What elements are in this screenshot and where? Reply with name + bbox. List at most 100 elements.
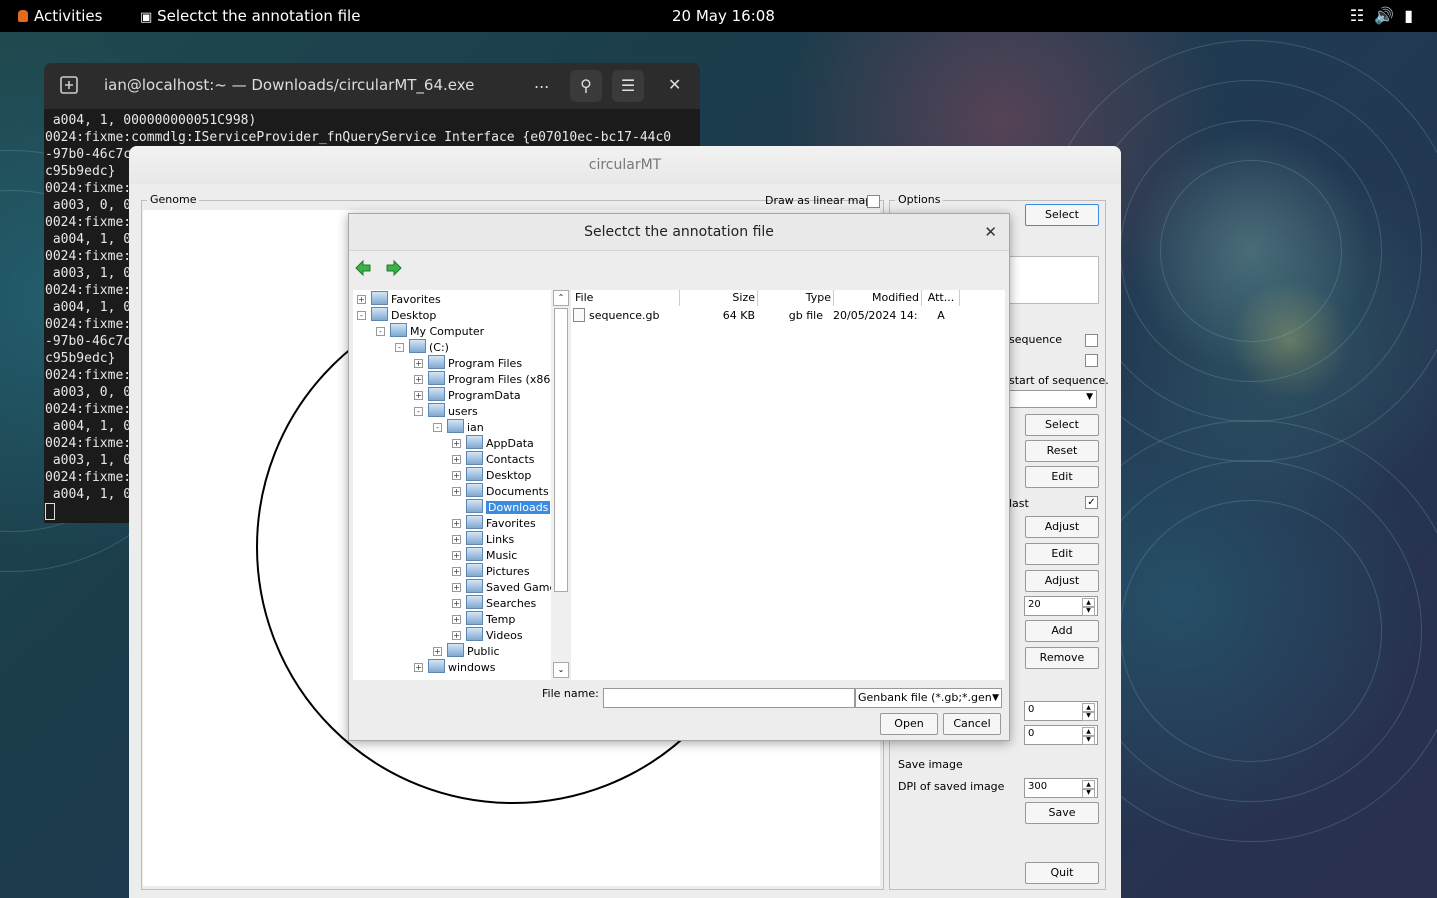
close-icon[interactable]: ✕ (984, 223, 997, 241)
tree-item[interactable]: + Music (452, 547, 517, 563)
last-checkbox[interactable]: ✓ (1085, 496, 1098, 509)
folder-tree[interactable]: + Favorites - Desktop - My Computer - (C:) + Prog… (353, 290, 569, 680)
column-attributes[interactable]: Att... (923, 290, 960, 306)
tree-item[interactable]: + Links (452, 531, 514, 547)
save-button[interactable]: Save (1025, 802, 1099, 824)
system-tray[interactable]: ☷🔊▮ (1350, 6, 1423, 25)
cancel-button[interactable]: Cancel (943, 713, 1001, 735)
expand-icon[interactable]: + (414, 663, 423, 672)
sequence-checkbox[interactable] (1085, 334, 1098, 347)
activities-button[interactable]: Activities (18, 7, 102, 25)
tree-item[interactable]: - ian (433, 419, 484, 435)
start-select[interactable]: ▼ (1007, 390, 1097, 408)
scroll-up-icon[interactable]: ⌃ (553, 290, 569, 306)
tree-item[interactable]: + Videos (452, 627, 523, 643)
folder-icon (466, 547, 483, 561)
tree-item-label: Program Files (x86) (448, 373, 555, 386)
option-checkbox-2[interactable] (1085, 354, 1098, 367)
column-modified[interactable]: Modified (835, 290, 922, 306)
tree-item[interactable]: + Documents (452, 483, 549, 499)
forward-arrow-icon[interactable] (386, 260, 402, 276)
tree-item[interactable]: + Temp (452, 611, 515, 627)
tree-item[interactable]: - users (414, 403, 478, 419)
expand-icon[interactable]: + (414, 391, 423, 400)
add-button[interactable]: Add (1025, 620, 1099, 642)
new-tab-icon[interactable] (58, 74, 80, 96)
tree-item[interactable]: + Pictures (452, 563, 530, 579)
tree-item[interactable]: + Public (433, 643, 500, 659)
remove-button[interactable]: Remove (1025, 647, 1099, 669)
tree-item[interactable]: + Program Files (x86) (414, 371, 555, 387)
tree-item[interactable]: - Desktop (357, 307, 436, 323)
close-icon[interactable]: ✕ (668, 75, 681, 94)
expand-icon[interactable]: + (452, 439, 461, 448)
tree-item[interactable]: + Favorites (357, 291, 441, 307)
search-icon[interactable]: ⚲ (570, 70, 602, 102)
file-list[interactable]: File Size Type Modified Att... sequence.… (571, 290, 1005, 680)
expand-icon[interactable]: + (433, 647, 442, 656)
tree-item[interactable]: + ProgramData (414, 387, 521, 403)
column-type[interactable]: Type (759, 290, 834, 306)
expand-icon[interactable]: + (452, 615, 461, 624)
filetype-select[interactable]: Genbank file (*.gb;*.genb ▼ (855, 688, 1002, 708)
expand-icon[interactable]: + (452, 519, 461, 528)
tree-item-label: Public (467, 645, 500, 658)
tree-item[interactable]: Downloads (452, 499, 551, 515)
size-stepper[interactable]: 20 ▲ ▼ (1024, 596, 1098, 616)
folder-icon (390, 323, 407, 337)
column-file[interactable]: File (575, 290, 680, 306)
tree-scrollbar[interactable]: ⌃ ⌄ (551, 290, 569, 680)
tree-item[interactable]: - My Computer (376, 323, 484, 339)
dpi-stepper[interactable]: 300 ▲ ▼ (1024, 778, 1098, 798)
expand-icon[interactable]: + (452, 535, 461, 544)
start-of-sequence-label: start of sequence. (1009, 374, 1109, 387)
tree-item[interactable]: + AppData (452, 435, 534, 451)
expand-icon[interactable]: + (452, 631, 461, 640)
value-stepper-a[interactable]: 0 ▲ ▼ (1024, 701, 1098, 721)
tree-item[interactable]: + Desktop (452, 467, 531, 483)
collapse-icon[interactable]: - (414, 407, 423, 416)
tree-item[interactable]: + Contacts (452, 451, 535, 467)
tree-item[interactable]: + Program Files (414, 355, 522, 371)
tree-item[interactable]: - (C:) (395, 339, 449, 355)
adjust-button-1[interactable]: Adjust (1025, 516, 1099, 538)
expand-icon[interactable]: + (452, 599, 461, 608)
expand-icon[interactable]: + (452, 567, 461, 576)
scroll-down-icon[interactable]: ⌄ (553, 662, 569, 678)
column-size[interactable]: Size (681, 290, 758, 306)
value-stepper-b[interactable]: 0 ▲ ▼ (1024, 725, 1098, 745)
quit-button[interactable]: Quit (1025, 862, 1099, 884)
expand-icon[interactable]: + (452, 583, 461, 592)
tree-item-label: ProgramData (448, 389, 521, 402)
collapse-icon[interactable]: - (376, 327, 385, 336)
open-button[interactable]: Open (880, 713, 938, 735)
menu-icon[interactable]: ☰ (612, 70, 644, 102)
tree-item[interactable]: + Favorites (452, 515, 536, 531)
back-arrow-icon[interactable] (355, 260, 371, 276)
scroll-thumb[interactable] (554, 308, 568, 592)
expand-icon[interactable]: + (452, 455, 461, 464)
select-button-2[interactable]: Select (1025, 414, 1099, 436)
adjust-button-2[interactable]: Adjust (1025, 570, 1099, 592)
more-icon[interactable]: ... (534, 73, 549, 92)
reset-button[interactable]: Reset (1025, 440, 1099, 462)
tree-item[interactable]: + windows (414, 659, 495, 675)
expand-icon[interactable]: + (414, 359, 423, 368)
linear-map-checkbox[interactable] (867, 195, 880, 208)
collapse-icon[interactable]: - (395, 343, 404, 352)
expand-icon[interactable]: + (452, 551, 461, 560)
collapse-icon[interactable]: - (433, 423, 442, 432)
expand-icon[interactable]: + (452, 487, 461, 496)
expand-icon[interactable]: + (357, 295, 366, 304)
tree-item[interactable]: + Searches (452, 595, 536, 611)
expand-icon[interactable]: + (414, 375, 423, 384)
clock[interactable]: 20 May 16:08 (672, 7, 775, 25)
edit-button-1[interactable]: Edit (1025, 466, 1099, 488)
select-genbank-button[interactable]: Select (1025, 204, 1099, 226)
app-menu[interactable]: ▣ Selectct the annotation file (140, 7, 360, 25)
filename-input[interactable] (603, 688, 855, 708)
tree-item[interactable]: + Saved Games (452, 579, 562, 595)
edit-button-2[interactable]: Edit (1025, 543, 1099, 565)
collapse-icon[interactable]: - (357, 311, 366, 320)
expand-icon[interactable]: + (452, 471, 461, 480)
